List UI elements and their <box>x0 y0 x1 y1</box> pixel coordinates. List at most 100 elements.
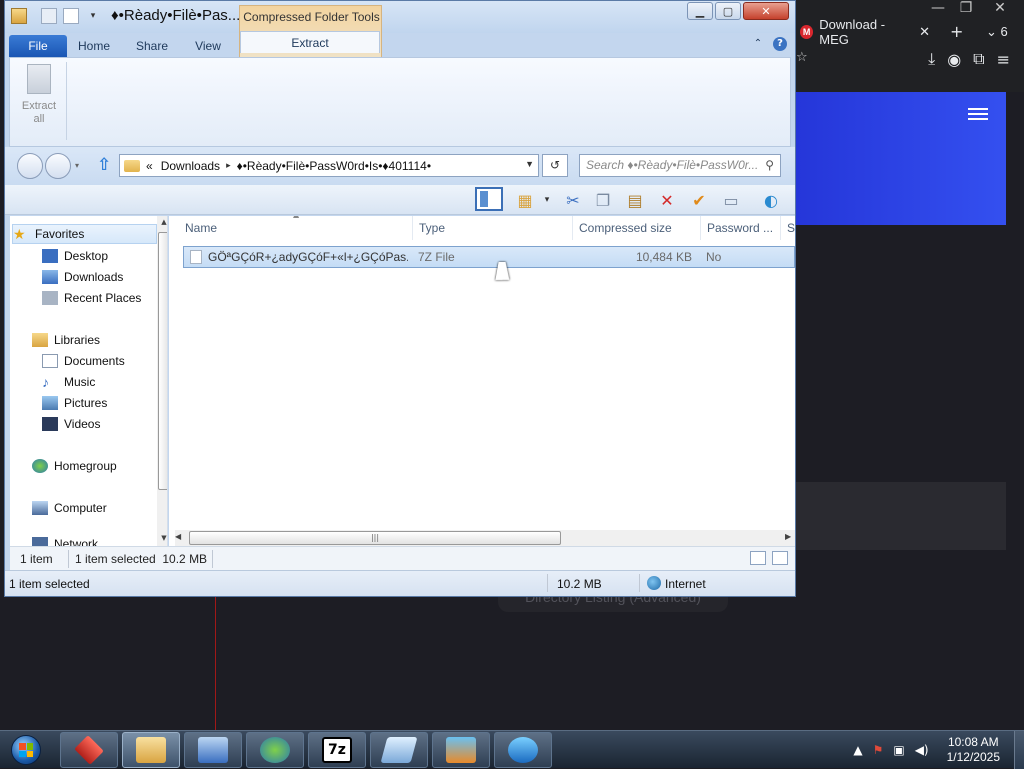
scroll-thumb[interactable]: ||| <box>189 531 561 545</box>
clock[interactable]: 10:08 AM 1/12/2025 <box>947 735 1000 765</box>
nav-item-favorites[interactable]: ★ Favorites <box>12 224 157 244</box>
taskbar-app-8[interactable] <box>494 732 552 768</box>
minimize-button[interactable]: ▁ <box>687 2 713 20</box>
column-header-size[interactable]: Si <box>781 216 795 240</box>
network-icon[interactable]: ▣ <box>893 743 904 757</box>
globe-toolbar-icon[interactable]: ◐ <box>759 189 783 211</box>
address-overflow[interactable]: « <box>146 159 153 173</box>
address-dropdown-icon[interactable]: ▼ <box>525 159 534 169</box>
nav-item-documents[interactable]: Documents <box>42 351 167 371</box>
browser-close-button[interactable]: ✕ <box>986 0 1014 16</box>
search-icon[interactable]: ⚲ <box>765 155 774 176</box>
forward-button[interactable] <box>45 153 71 179</box>
delete-icon[interactable]: ✕ <box>655 189 679 211</box>
scroll-thumb[interactable] <box>158 232 167 490</box>
breadcrumb-downloads[interactable]: Downloads <box>161 159 220 173</box>
nav-label: Libraries <box>54 333 101 347</box>
status-size: 10.2 MB <box>557 577 602 591</box>
properties-icon[interactable]: ▭ <box>719 189 743 211</box>
search-input[interactable]: Search ♦•Rèady•Filè•PassW0r... ⚲ <box>579 154 781 177</box>
browser-scrollbar[interactable] <box>1008 92 1024 730</box>
copy-icon[interactable]: ❐ <box>591 189 615 211</box>
scroll-up-icon[interactable]: ▲ <box>157 218 167 226</box>
folder-options-icon[interactable]: ▦ <box>513 189 537 211</box>
close-button[interactable]: ✕ <box>743 2 789 20</box>
nav-item-computer[interactable]: Computer <box>32 498 167 518</box>
customize-toolbar-icon[interactable]: ▾ <box>85 8 101 24</box>
details-view-icon[interactable] <box>750 551 766 565</box>
extensions-icon[interactable]: ⧉ <box>973 49 984 69</box>
recent-locations-icon[interactable]: ▾ <box>75 161 79 170</box>
tab-view[interactable]: View <box>185 35 231 57</box>
paste-icon[interactable]: ▤ <box>623 189 647 211</box>
browser-restore-button[interactable]: ❐ <box>952 0 980 16</box>
title-bar[interactable]: ▾ ♦•Rèady•Filè•Pas... Compressed Folder … <box>5 1 795 57</box>
preview-pane-icon[interactable] <box>475 187 503 211</box>
tab-share[interactable]: Share <box>129 35 175 57</box>
scroll-right-icon[interactable]: ▶ <box>785 532 791 541</box>
options-dropdown-icon[interactable]: ▾ <box>535 189 559 211</box>
taskbar-app-6[interactable] <box>370 732 428 768</box>
bookmark-star-icon[interactable]: ☆ <box>796 50 808 65</box>
nav-label: Network <box>54 537 99 546</box>
new-tab-button[interactable]: + <box>950 22 963 41</box>
nav-item-downloads[interactable]: Downloads <box>42 267 167 287</box>
browser-tab-mega[interactable]: M Download - MEG ✕ <box>800 17 930 47</box>
taskbar-app-1[interactable] <box>60 732 118 768</box>
download-icon[interactable]: ⤓ <box>928 49 935 69</box>
column-header-name[interactable]: Name <box>179 216 413 240</box>
maximize-button[interactable]: ▢ <box>715 2 741 20</box>
start-button[interactable] <box>4 733 48 767</box>
cut-icon[interactable]: ✂ <box>561 189 585 211</box>
nav-item-desktop[interactable]: Desktop <box>42 246 167 266</box>
column-header-type[interactable]: Type <box>413 216 573 240</box>
taskbar-app-4[interactable] <box>246 732 304 768</box>
properties-icon[interactable] <box>41 8 57 24</box>
large-icons-view-icon[interactable] <box>772 551 788 565</box>
volume-icon[interactable]: ◀) <box>915 743 929 757</box>
tab-file[interactable]: File <box>9 35 67 57</box>
up-arrow-icon[interactable]: ⇧ <box>97 155 111 175</box>
show-hidden-icons-icon[interactable]: ▲ <box>853 743 862 757</box>
taskbar-7zip[interactable]: 7z <box>308 732 366 768</box>
browser-tab-close-icon[interactable]: ✕ <box>919 24 930 40</box>
scroll-down-icon[interactable]: ▼ <box>157 534 167 542</box>
taskbar-app-7[interactable] <box>432 732 490 768</box>
account-icon[interactable]: ◉ <box>947 50 961 69</box>
tab-list-button[interactable]: ⌄ 6 <box>986 24 1008 40</box>
breadcrumb-current-folder[interactable]: ♦•Rèady•Filè•PassW0rd•Is•♦401114• <box>237 159 431 173</box>
scroll-left-icon[interactable]: ◀ <box>175 532 181 541</box>
nav-item-homegroup[interactable]: Homegroup <box>32 456 167 476</box>
back-button[interactable] <box>17 153 43 179</box>
hamburger-menu-icon[interactable] <box>968 108 988 120</box>
minimize-ribbon-icon[interactable]: ⌃ <box>751 37 765 51</box>
tab-home[interactable]: Home <box>71 35 117 57</box>
help-icon[interactable]: ? <box>773 37 787 51</box>
new-folder-icon[interactable] <box>63 8 79 24</box>
action-center-flag-icon[interactable]: ⚑ <box>873 743 884 757</box>
breadcrumb-separator-icon[interactable]: ▸ <box>226 160 231 171</box>
rename-icon[interactable]: ✔ <box>687 189 711 211</box>
browser-minimize-button[interactable]: — <box>924 0 952 16</box>
nav-item-videos[interactable]: Videos <box>42 414 167 434</box>
nav-item-libraries[interactable]: Libraries <box>32 330 167 350</box>
column-header-password[interactable]: Password ... <box>701 216 781 240</box>
menu-icon[interactable]: ≡ <box>997 50 1010 69</box>
nav-item-network[interactable]: Network <box>32 534 167 546</box>
nav-pane-scrollbar[interactable]: ▲ ▼ <box>157 216 167 546</box>
taskbar-explorer[interactable] <box>122 732 180 768</box>
show-desktop-button[interactable] <box>1014 731 1024 769</box>
taskbar-app-3[interactable] <box>184 732 242 768</box>
nav-item-music[interactable]: ♪ Music <box>42 372 167 392</box>
column-label: Compressed size <box>579 221 672 235</box>
address-bar[interactable]: « Downloads ▸ ♦•Rèady•Filè•PassW0rd•Is•♦… <box>119 154 539 177</box>
nav-item-recent-places[interactable]: Recent Places <box>42 288 167 308</box>
tab-extract[interactable]: Extract <box>240 31 380 53</box>
table-row[interactable]: GÖªGÇóR+¿adyGÇóF+«l+¿GÇóPas... 7Z File 1… <box>183 246 795 268</box>
extract-all-button[interactable]: Extract all <box>16 62 62 142</box>
nav-item-pictures[interactable]: Pictures <box>42 393 167 413</box>
column-header-compressed-size[interactable]: Compressed size <box>573 216 701 240</box>
refresh-button[interactable]: ↺ <box>542 154 568 177</box>
status-divider <box>547 574 548 592</box>
file-list-horizontal-scrollbar[interactable]: ◀ ||| ▶ <box>175 530 795 546</box>
